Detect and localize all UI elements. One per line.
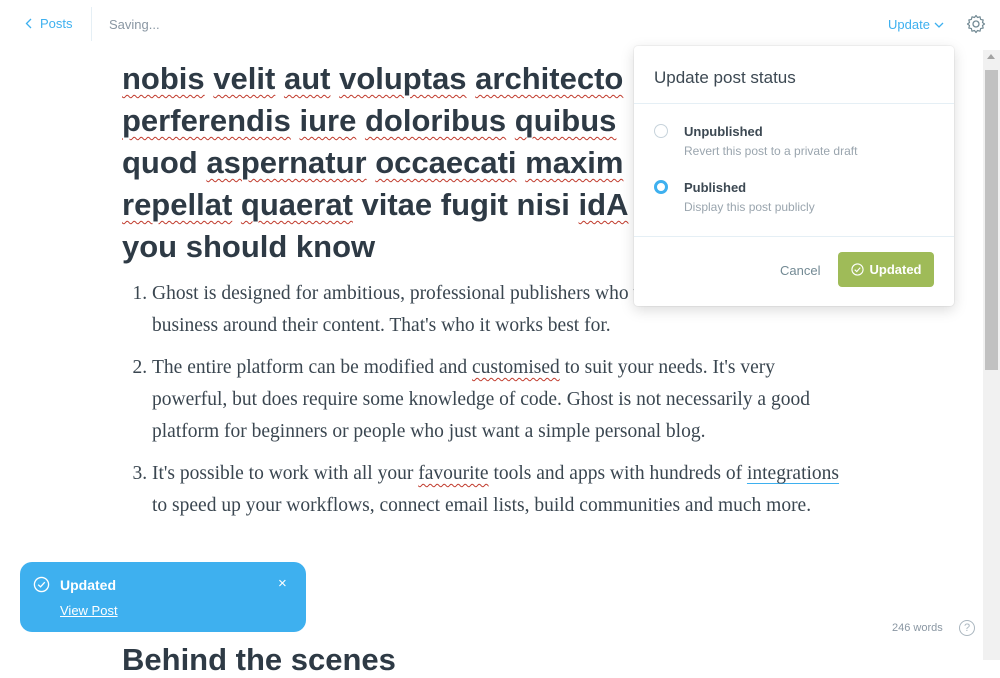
success-notification: Updated View Post × [20, 562, 306, 632]
title-word: velit [213, 61, 276, 96]
unpublished-label[interactable]: Unpublished [684, 124, 763, 139]
section-heading: Behind the scenes [122, 642, 396, 677]
check-circle-icon [850, 263, 864, 276]
post-status-popup: Update post status Unpublished Revert th… [634, 46, 954, 306]
word-count: 246 words [892, 622, 943, 634]
title-line-3: quod aspernatur occaecati maxim [122, 145, 624, 180]
popup-divider [634, 236, 954, 237]
title-word: aspernatur [206, 145, 367, 180]
cancel-button[interactable]: Cancel [780, 263, 820, 278]
integrations-link[interactable]: integrations [747, 463, 839, 484]
title-line-5: you should know [122, 229, 376, 264]
view-post-link[interactable]: View Post [60, 603, 118, 618]
update-label: Update [888, 17, 930, 32]
back-to-posts-link[interactable]: Posts [25, 16, 73, 31]
title-word: quibus [514, 103, 617, 138]
update-dropdown-button[interactable]: Update [888, 17, 944, 32]
title-word: idA [578, 187, 629, 222]
title-line-4: repellat quaerat vitae fugit nisi idA [122, 187, 629, 222]
update-confirm-button[interactable]: Updated [838, 252, 934, 287]
close-icon[interactable]: × [278, 576, 287, 592]
popup-divider [634, 103, 954, 104]
title-word: nobis [122, 61, 205, 96]
title-word: architecto [475, 61, 624, 96]
misspelled-word: favourite [418, 463, 489, 484]
scrollbar-thumb[interactable] [985, 70, 998, 370]
unpublished-radio[interactable] [654, 124, 668, 138]
list-item: The entire platform can be modified and … [152, 352, 842, 448]
title-word: repellat [122, 187, 233, 222]
title-line-2: perferendis iure doloribus quibus [122, 103, 616, 138]
list-item-text: tools and apps with hundreds of [488, 463, 747, 484]
list-item-text: It's possible to work with all your [152, 463, 419, 484]
settings-gear-icon[interactable] [966, 14, 986, 39]
list-item-text: to speed up your workflows, connect emai… [152, 495, 812, 516]
chevron-down-icon [934, 22, 944, 28]
check-circle-icon [33, 576, 50, 593]
help-icon[interactable]: ? [959, 620, 975, 636]
list-item-text: The entire platform can be modified and [152, 357, 472, 378]
popup-title: Update post status [654, 68, 796, 87]
title-word: aut [283, 61, 331, 96]
update-confirm-label: Updated [869, 262, 922, 277]
title-word: quaerat [240, 187, 353, 222]
misspelled-word: customised [472, 357, 560, 378]
title-word: occaecati [375, 145, 517, 180]
title-word: maxim [525, 145, 624, 180]
unpublished-description: Revert this post to a private draft [684, 144, 858, 158]
list-item: It's possible to work with all your favo… [152, 458, 842, 522]
save-status: Saving... [109, 17, 160, 32]
published-description: Display this post publicly [684, 200, 815, 214]
back-label: Posts [40, 16, 73, 31]
title-word: perferendis [122, 103, 291, 138]
post-body-list[interactable]: Ghost is designed for ambitious, profess… [122, 278, 842, 522]
chevron-left-icon [25, 18, 32, 29]
editor-header: Posts Saving... Update [0, 0, 1000, 50]
title-word: doloribus [364, 103, 507, 138]
scroll-up-arrow-icon[interactable] [987, 54, 995, 59]
notification-title: Updated [60, 577, 116, 593]
title-line-1: nobis velit aut voluptas architecto [122, 61, 623, 96]
title-word: iure [299, 103, 357, 138]
title-word: voluptas [339, 61, 467, 96]
published-label[interactable]: Published [684, 180, 746, 195]
published-radio[interactable] [654, 180, 668, 194]
header-divider [91, 7, 92, 41]
